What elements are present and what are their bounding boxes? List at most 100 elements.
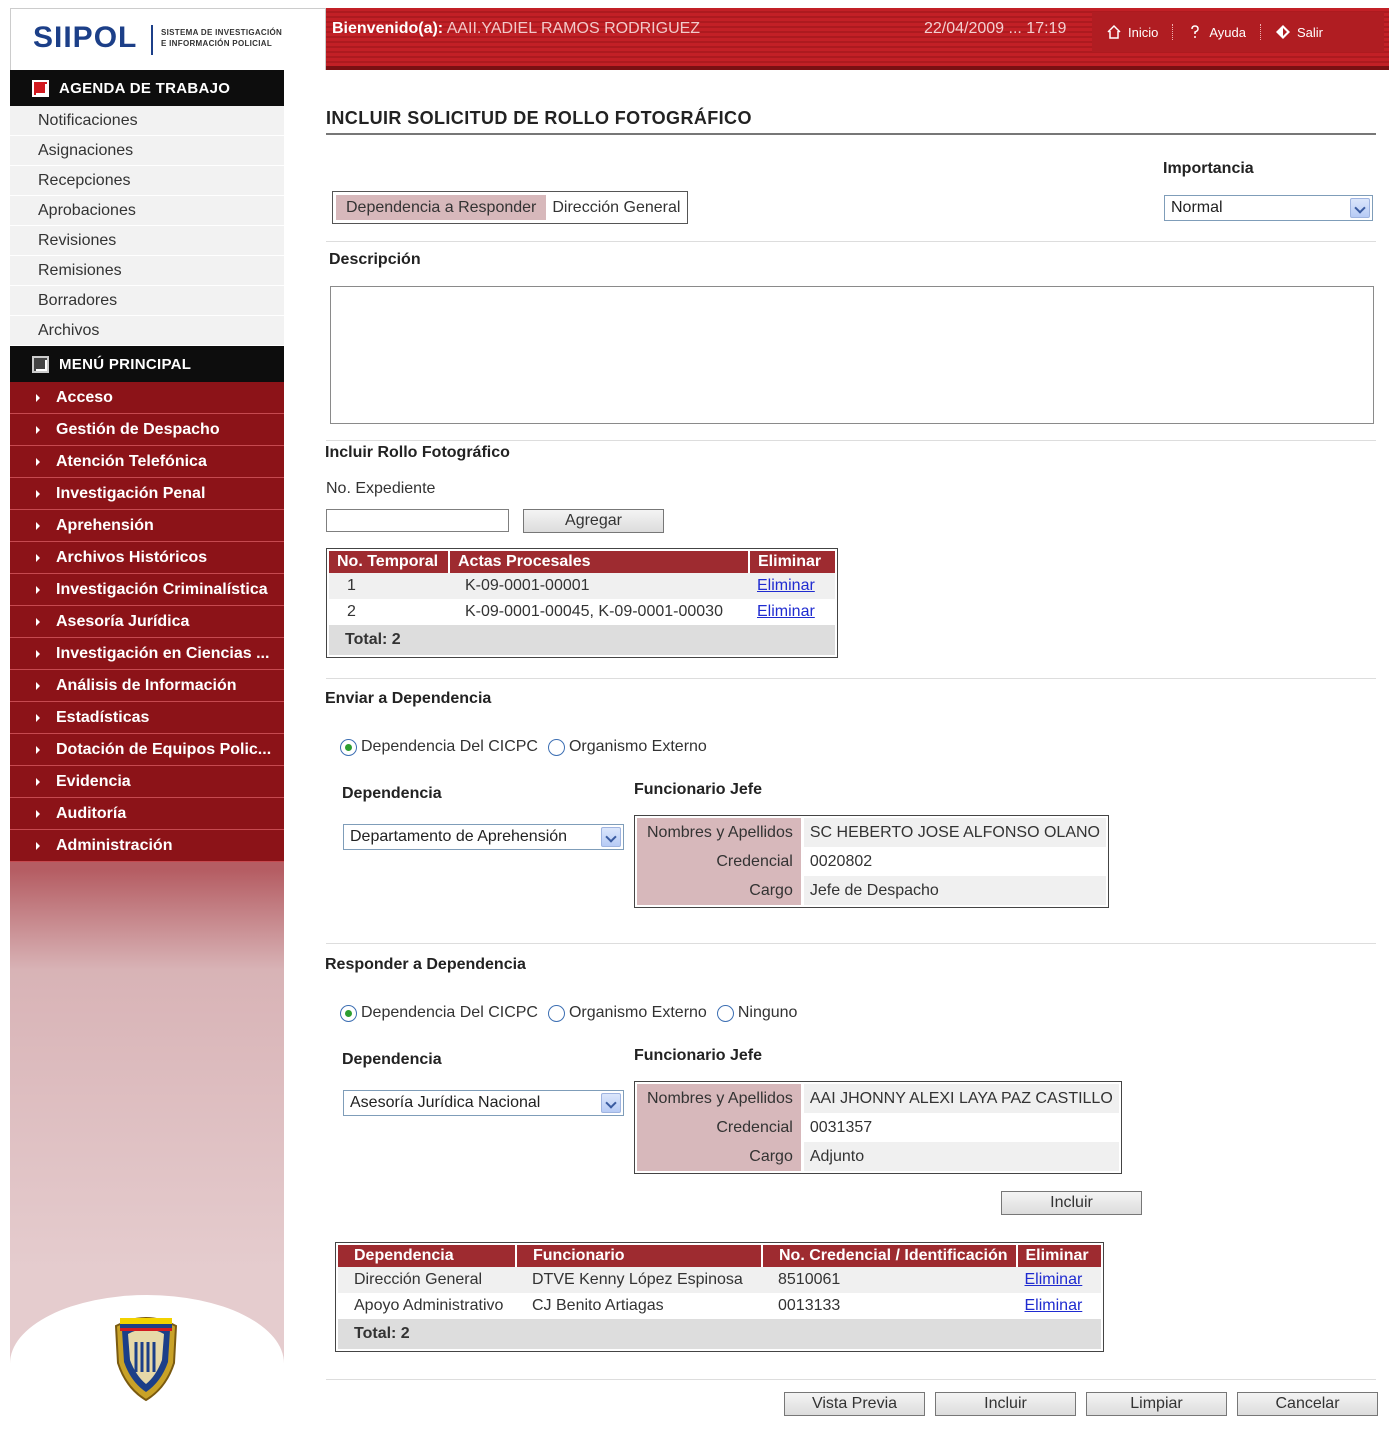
radio-label: Ninguno bbox=[737, 1004, 798, 1021]
eliminar-link[interactable]: Eliminar bbox=[1025, 1297, 1083, 1314]
table-row: Dirección General DTVE Kenny López Espin… bbox=[338, 1267, 1101, 1293]
info-label: Nombres y Apellidos bbox=[637, 818, 803, 847]
enviar-dependencia-select[interactable]: Departamento de Aprehensión bbox=[343, 824, 624, 850]
radio-dependencia-cicpc[interactable] bbox=[340, 1004, 357, 1022]
bullet-icon bbox=[36, 745, 40, 754]
menu-item-investigacion-ciencias[interactable]: Investigación en Ciencias ... bbox=[10, 638, 284, 670]
agenda-item-remisiones[interactable]: Remisiones bbox=[10, 256, 284, 286]
logo-subtitle: SISTEMA DE INVESTIGACIÓN E INFORMACIÓN P… bbox=[161, 27, 282, 49]
menu-item-aprehension[interactable]: Aprehensión bbox=[10, 510, 284, 542]
descripcion-textarea[interactable] bbox=[330, 286, 1374, 424]
column-header: Eliminar bbox=[1016, 1245, 1101, 1267]
info-cargo: Adjunto bbox=[800, 1142, 1119, 1171]
agenda-item-notificaciones[interactable]: Notificaciones bbox=[10, 106, 284, 136]
menu-item-estadisticas[interactable]: Estadísticas bbox=[10, 702, 284, 734]
info-label: Cargo bbox=[637, 1142, 803, 1171]
info-nombres: SC HEBERTO JOSE ALFONSO OLANO bbox=[800, 818, 1106, 847]
incluir-dependencia-button[interactable]: Incluir bbox=[1001, 1191, 1142, 1215]
radio-organismo-externo[interactable] bbox=[547, 1004, 565, 1022]
exit-icon bbox=[1276, 25, 1290, 39]
cell-dependencia: Dirección General bbox=[338, 1267, 516, 1293]
form-actions: Vista Previa Incluir Limpiar Cancelar bbox=[784, 1392, 1378, 1416]
help-link[interactable]: Ayuda bbox=[1187, 24, 1246, 40]
eliminar-link[interactable]: Eliminar bbox=[1025, 1271, 1083, 1288]
bullet-icon bbox=[36, 841, 40, 850]
menu-header: MENÚ PRINCIPAL bbox=[10, 346, 284, 382]
menu-item-atencion-telefonica[interactable]: Atención Telefónica bbox=[10, 446, 284, 478]
table-row: 2 K-09-0001-00045, K-09-0001-00030 Elimi… bbox=[329, 599, 835, 625]
welcome-label: Bienvenido(a): bbox=[332, 20, 444, 37]
menu-item-acceso[interactable]: Acceso bbox=[10, 382, 284, 414]
info-credencial: 0031357 bbox=[800, 1113, 1119, 1142]
user-name: AAII.YADIEL RAMOS RODRIGUEZ bbox=[446, 20, 701, 37]
agenda-item-revisiones[interactable]: Revisiones bbox=[10, 226, 284, 256]
divider bbox=[326, 241, 1376, 242]
dependencia-responder-value: Dirección General bbox=[552, 198, 681, 216]
radio-dependencia-cicpc[interactable] bbox=[340, 738, 357, 756]
radio-organismo-externo[interactable] bbox=[547, 738, 565, 756]
bullet-icon bbox=[36, 649, 40, 658]
enviar-funcionario-info: Nombres y Apellidos SC HEBERTO JOSE ALFON… bbox=[634, 815, 1109, 908]
agenda-item-borradores[interactable]: Borradores bbox=[10, 286, 284, 316]
expediente-input[interactable] bbox=[326, 509, 509, 532]
enviar-radio-group: Dependencia Del CICPC Organismo Externo bbox=[340, 738, 713, 756]
descripcion-label: Descripción bbox=[329, 251, 421, 268]
expediente-label: No. Expediente bbox=[326, 480, 436, 497]
home-link[interactable]: Inicio bbox=[1106, 24, 1158, 40]
clear-button[interactable]: Limpiar bbox=[1086, 1392, 1227, 1416]
info-label: Nombres y Apellidos bbox=[637, 1084, 803, 1113]
menu-item-archivos-historicos[interactable]: Archivos Históricos bbox=[10, 542, 284, 574]
agenda-item-archivos[interactable]: Archivos bbox=[10, 316, 284, 346]
menu-item-dotacion-equipos[interactable]: Dotación de Equipos Polic... bbox=[10, 734, 284, 766]
collapse-icon[interactable] bbox=[32, 355, 49, 373]
table-row: Apoyo Administrativo CJ Benito Artiagas … bbox=[338, 1293, 1101, 1319]
menu-item-administracion[interactable]: Administración bbox=[10, 830, 284, 862]
include-button[interactable]: Incluir bbox=[935, 1392, 1076, 1416]
menu-item-label: Administración bbox=[56, 836, 173, 854]
chevron-down-icon[interactable] bbox=[1350, 198, 1370, 218]
info-credencial: 0020802 bbox=[800, 847, 1106, 876]
table-header-row: Dependencia Funcionario No. Credencial /… bbox=[338, 1245, 1101, 1267]
menu-item-investigacion-criminalistica[interactable]: Investigación Criminalística bbox=[10, 574, 284, 606]
info-cargo: Jefe de Despacho bbox=[800, 876, 1106, 905]
collapse-icon[interactable] bbox=[32, 79, 49, 97]
exit-link[interactable]: Salir bbox=[1275, 24, 1323, 40]
chevron-down-icon[interactable] bbox=[601, 827, 621, 847]
menu-item-gestion-despacho[interactable]: Gestión de Despacho bbox=[10, 414, 284, 446]
cancel-button[interactable]: Cancelar bbox=[1237, 1392, 1378, 1416]
agenda-item-recepciones[interactable]: Recepciones bbox=[10, 166, 284, 196]
menu-item-label: Estadísticas bbox=[56, 708, 150, 726]
agregar-button[interactable]: Agregar bbox=[523, 509, 664, 533]
sidebar-footer bbox=[10, 1295, 284, 1415]
cell-dependencia: Apoyo Administrativo bbox=[338, 1293, 516, 1319]
radio-label: Organismo Externo bbox=[568, 738, 707, 755]
header-bar: Bienvenido(a): AAII.YADIEL RAMOS RODRIGU… bbox=[326, 8, 1389, 66]
menu-item-analisis-informacion[interactable]: Análisis de Información bbox=[10, 670, 284, 702]
menu-item-label: Asesoría Jurídica bbox=[56, 612, 190, 630]
menu-item-evidencia[interactable]: Evidencia bbox=[10, 766, 284, 798]
eliminar-link[interactable]: Eliminar bbox=[757, 603, 815, 620]
dependencia-label: Dependencia bbox=[342, 785, 442, 802]
bullet-icon bbox=[36, 457, 40, 466]
eliminar-link[interactable]: Eliminar bbox=[757, 577, 815, 594]
responder-dependencia-select[interactable]: Asesoría Jurídica Nacional bbox=[343, 1090, 624, 1116]
top-links: Inicio Ayuda Salir bbox=[1092, 12, 1384, 52]
agenda-list: Notificaciones Asignaciones Recepciones … bbox=[10, 106, 284, 346]
menu-item-asesoria-juridica[interactable]: Asesoría Jurídica bbox=[10, 606, 284, 638]
radio-ninguno[interactable] bbox=[716, 1004, 734, 1022]
chevron-down-icon[interactable] bbox=[601, 1093, 621, 1113]
menu-item-auditoria[interactable]: Auditoría bbox=[10, 798, 284, 830]
table-total: Total: 2 bbox=[338, 1319, 1101, 1349]
bullet-icon bbox=[36, 521, 40, 530]
dependencia-value: Departamento de Aprehensión bbox=[350, 828, 568, 845]
agenda-title: AGENDA DE TRABAJO bbox=[59, 79, 231, 97]
agenda-item-asignaciones[interactable]: Asignaciones bbox=[10, 136, 284, 166]
preview-button[interactable]: Vista Previa bbox=[784, 1392, 925, 1416]
police-badge-icon bbox=[114, 1317, 178, 1402]
agenda-item-aprobaciones[interactable]: Aprobaciones bbox=[10, 196, 284, 226]
cell-credencial: 8510061 bbox=[762, 1267, 1017, 1293]
importancia-select[interactable]: Normal bbox=[1164, 195, 1373, 221]
menu-item-label: Acceso bbox=[56, 388, 113, 406]
cell-funcionario: CJ Benito Artiagas bbox=[516, 1293, 762, 1319]
menu-item-investigacion-penal[interactable]: Investigación Penal bbox=[10, 478, 284, 510]
